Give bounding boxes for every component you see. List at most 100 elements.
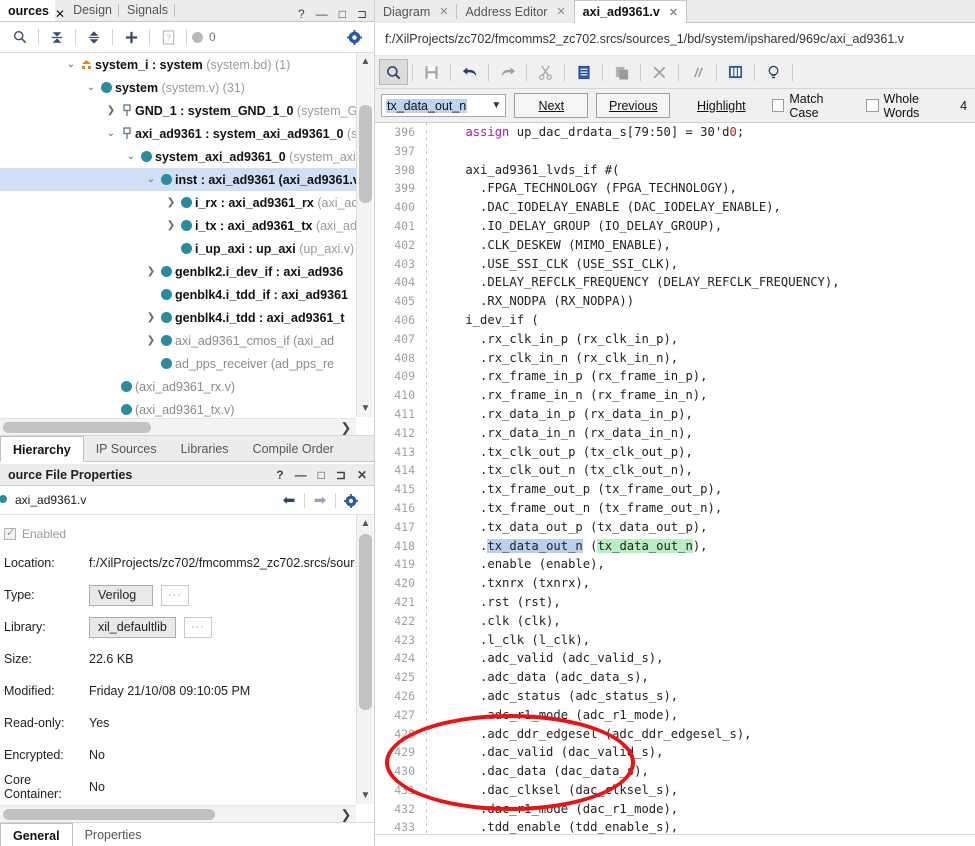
search-icon[interactable] xyxy=(7,24,33,50)
tree-vscroll-thumb[interactable] xyxy=(359,105,372,203)
properties-tab-general[interactable]: General xyxy=(0,823,73,846)
add-sources-icon[interactable] xyxy=(118,24,144,50)
hierarchy-tab-hierarchy[interactable]: Hierarchy xyxy=(0,436,84,462)
scroll-right-icon[interactable]: ❯ xyxy=(338,419,354,435)
find-previous-button[interactable]: Previous xyxy=(596,93,671,118)
code-line[interactable]: .tx_frame_out_n (tx_frame_out_n), xyxy=(436,499,975,518)
code-line[interactable]: .rx_frame_in_n (rx_frame_in_n), xyxy=(436,386,975,405)
property-browse-button[interactable]: ··· xyxy=(183,616,212,638)
code-line[interactable]: .enable (enable), xyxy=(436,555,975,574)
code-line[interactable]: .rx_clk_in_p (rx_clk_in_p), xyxy=(436,330,975,349)
save-icon[interactable] xyxy=(417,59,446,85)
tree-item[interactable]: ⌄ system_i : system (system.bd) (1) xyxy=(0,53,356,76)
tab-diagram[interactable]: Diagram ✕ xyxy=(375,0,456,23)
code-line[interactable]: .USE_SSI_CLK (USE_SSI_CLK), xyxy=(436,255,975,274)
paste-icon[interactable] xyxy=(607,59,636,85)
bulb-icon[interactable] xyxy=(759,59,788,85)
scroll-up-icon[interactable]: ▲ xyxy=(357,53,374,70)
chevron-right-icon[interactable]: ❯ xyxy=(104,105,118,116)
code-line[interactable]: axi_ad9361_lvds_if #( xyxy=(436,161,975,180)
code-line[interactable]: .adc_data (adc_data_s), xyxy=(436,668,975,687)
whole-words-checkbox[interactable]: Whole Words xyxy=(866,92,952,120)
chevron-down-icon[interactable]: ▼ xyxy=(491,100,501,111)
properties-vscroll-thumb[interactable] xyxy=(359,534,372,710)
tree-horizontal-scrollbar[interactable]: ❯ xyxy=(0,418,356,435)
code-line[interactable]: .tx_frame_out_p (tx_frame_out_p), xyxy=(436,480,975,499)
code-line[interactable]: .DAC_IODELAY_ENABLE (DAC_IODELAY_ENABLE)… xyxy=(436,198,975,217)
code-line[interactable]: .dac_r1_mode (dac_r1_mode), xyxy=(436,800,975,819)
columns-icon[interactable] xyxy=(721,59,750,85)
comment-icon[interactable] xyxy=(683,59,712,85)
hierarchy-tab-compile-order[interactable]: Compile Order xyxy=(241,436,346,462)
collapse-all-icon[interactable] xyxy=(44,24,70,50)
tab-design[interactable]: Design xyxy=(65,0,118,21)
highlight-button[interactable]: Highlight xyxy=(690,93,752,118)
tree-vertical-scrollbar[interactable]: ▲ ▼ xyxy=(356,53,373,417)
tab-sources-close-icon[interactable]: ✕ xyxy=(55,7,65,21)
tree-item[interactable]: ❯ i_tx : axi_ad9361_tx (axi_ad9 xyxy=(0,214,356,237)
help-icon[interactable]: ? xyxy=(298,7,305,21)
tree-item[interactable]: ⌄ axi_ad9361 : system_axi_ad9361_0 (sys xyxy=(0,122,356,145)
source-tree[interactable]: ⌄ system_i : system (system.bd) (1) ⌄ syste… xyxy=(0,53,356,417)
close-icon[interactable]: ✕ xyxy=(357,468,367,482)
code-line[interactable] xyxy=(436,142,975,161)
code-line[interactable]: .l_clk (l_clk), xyxy=(436,631,975,650)
code-line[interactable]: .tx_data_out_n (tx_data_out_n), xyxy=(436,537,975,556)
chevron-down-icon[interactable]: ⌄ xyxy=(144,174,158,185)
hierarchy-tab-libraries[interactable]: Libraries xyxy=(169,436,241,462)
tab-sources[interactable]: ources xyxy=(0,0,55,21)
code-line[interactable]: .dac_valid (dac_valid_s), xyxy=(436,743,975,762)
tree-item[interactable]: (axi_ad9361_rx.v) xyxy=(0,375,356,398)
property-browse-button[interactable]: ··· xyxy=(161,584,189,606)
chevron-right-icon[interactable]: ❯ xyxy=(144,266,158,277)
code-line[interactable]: .txnrx (txnrx), xyxy=(436,574,975,593)
tree-item[interactable]: genblk4.i_tdd_if : axi_ad9361 xyxy=(0,283,356,306)
code-editor[interactable]: 396 397 398 399 400 401 402 403 404 405 406 407 408 4… xyxy=(375,123,975,834)
properties-hscroll-thumb[interactable] xyxy=(3,809,215,820)
properties-tab-properties[interactable]: Properties xyxy=(73,823,154,846)
code-line[interactable]: .rx_data_in_p (rx_data_in_p), xyxy=(436,405,975,424)
find-icon[interactable] xyxy=(379,59,408,85)
tab-address-editor-close-icon[interactable]: ✕ xyxy=(556,5,565,18)
minimize-icon[interactable]: — xyxy=(295,468,307,482)
code-line[interactable]: .DELAY_REFCLK_FREQUENCY (DELAY_REFCLK_FR… xyxy=(436,273,975,292)
code-line[interactable]: .tdd_enable (tdd_enable_s), xyxy=(436,818,975,834)
code-line[interactable]: .FPGA_TECHNOLOGY (FPGA_TECHNOLOGY), xyxy=(436,179,975,198)
code-line[interactable]: .rx_frame_in_p (rx_frame_in_p), xyxy=(436,367,975,386)
code-line[interactable]: .adc_status (adc_status_s), xyxy=(436,687,975,706)
code-line[interactable]: .adc_ddr_edgesel (adc_ddr_edgesel_s), xyxy=(436,725,975,744)
chevron-down-icon[interactable]: ⌄ xyxy=(64,59,78,70)
forward-arrow-icon[interactable]: ➡ xyxy=(305,491,335,509)
help-icon[interactable]: ? xyxy=(276,468,283,482)
code-line[interactable]: i_dev_if ( xyxy=(436,311,975,330)
float-icon[interactable]: ⊐ xyxy=(357,7,367,21)
back-arrow-icon[interactable]: ⬅ xyxy=(274,491,304,509)
property-combo[interactable]: xil_defaultlib xyxy=(89,616,176,638)
report-icon[interactable]: ? xyxy=(155,24,181,50)
code-line[interactable]: assign up_dac_drdata_s[79:50] = 30'd0; xyxy=(436,123,975,142)
tree-item[interactable]: ❯ axi_ad9361_cmos_if (axi_ad xyxy=(0,329,356,352)
tree-item[interactable]: i_up_axi : up_axi (up_axi.v) xyxy=(0,237,356,260)
code-line[interactable]: .dac_data (dac_data_s), xyxy=(436,762,975,781)
tree-item[interactable]: (axi_ad9361_tx.v) xyxy=(0,398,356,417)
cut-icon[interactable] xyxy=(531,59,560,85)
code-line[interactable]: .clk (clk), xyxy=(436,612,975,631)
gear-icon[interactable] xyxy=(336,492,366,509)
chevron-right-icon[interactable]: ❯ xyxy=(144,335,158,346)
properties-vertical-scrollbar[interactable]: ▲ ▼ xyxy=(356,515,373,804)
code-line[interactable]: .rx_data_in_n (rx_data_in_n), xyxy=(436,424,975,443)
code-line[interactable]: .CLK_DESKEW (MIMO_ENABLE), xyxy=(436,236,975,255)
code-line[interactable]: .tx_clk_out_n (tx_clk_out_n), xyxy=(436,461,975,480)
chevron-right-icon[interactable]: ❯ xyxy=(164,220,178,231)
maximize-icon[interactable]: □ xyxy=(318,468,325,482)
code-lines[interactable]: assign up_dac_drdata_s[79:50] = 30'd0; a… xyxy=(436,123,975,834)
code-line[interactable]: .RX_NODPA (RX_NODPA)) xyxy=(436,292,975,311)
code-line[interactable]: .rst (rst), xyxy=(436,593,975,612)
chevron-down-icon[interactable]: ⌄ xyxy=(104,128,118,139)
undo-icon[interactable] xyxy=(455,59,484,85)
enabled-checkbox[interactable]: Enabled xyxy=(4,521,356,547)
scroll-up-icon[interactable]: ▲ xyxy=(357,515,374,532)
minimize-icon[interactable]: — xyxy=(316,7,328,21)
tree-item[interactable]: ❯ genblk2.i_dev_if : axi_ad936 xyxy=(0,260,356,283)
float-icon[interactable]: ⊐ xyxy=(336,468,346,482)
